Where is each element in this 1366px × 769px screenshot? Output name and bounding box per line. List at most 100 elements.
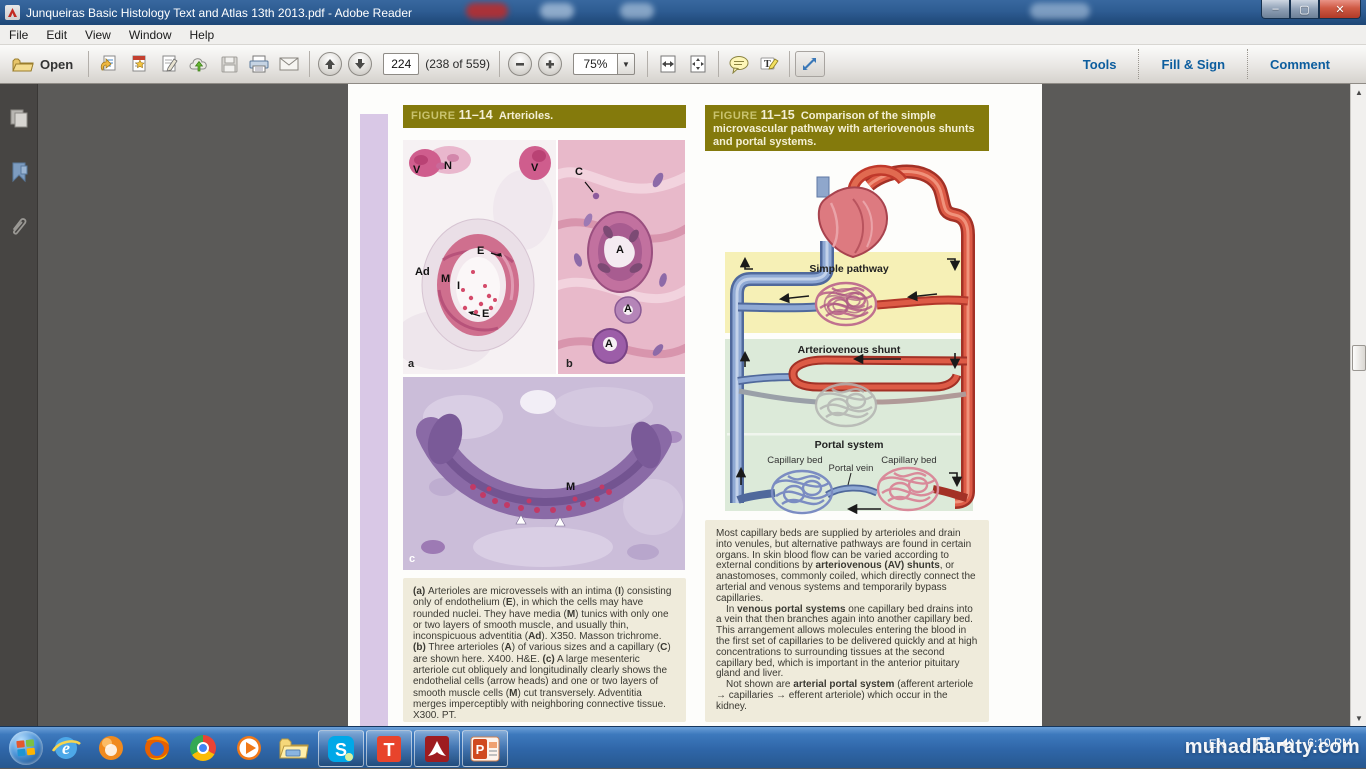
media-app-taskbar-icon[interactable]	[95, 732, 127, 764]
fill-sign-link[interactable]: Fill & Sign	[1139, 57, 1247, 72]
powerpoint-taskbar-button[interactable]: P	[462, 730, 508, 767]
menu-window[interactable]: Window	[120, 26, 181, 44]
figure-15-header: FIGURE 11–15 Comparison of the simple mi…	[705, 105, 989, 151]
document-area[interactable]: FIGURE 11–14 Arterioles.	[39, 84, 1366, 726]
highlight-text-button[interactable]: T	[754, 49, 784, 79]
t-app-taskbar-button[interactable]: T	[366, 730, 412, 767]
adobe-reader-taskbar-button[interactable]	[414, 730, 460, 767]
open-folder-icon	[12, 56, 34, 73]
fit-width-button[interactable]	[653, 49, 683, 79]
comment-link[interactable]: Comment	[1248, 57, 1352, 72]
zoom-out-button[interactable]	[505, 49, 535, 79]
page-thumbnails-button[interactable]	[0, 98, 38, 138]
label-nerve: N	[444, 160, 452, 172]
window-title: Junqueiras Basic Histology Text and Atla…	[26, 6, 412, 20]
toolbar-separator	[718, 51, 719, 77]
print-button[interactable]	[244, 49, 274, 79]
toolbar-separator	[499, 51, 500, 77]
powerpoint-icon: P	[469, 734, 501, 764]
microvascular-pathways-diagram: Simple pathway Arteriovenous shunt Porta…	[705, 155, 988, 517]
fullscreen-button[interactable]	[795, 51, 825, 77]
firefox-taskbar-icon[interactable]	[141, 732, 173, 764]
portal-system-label: Portal system	[815, 439, 884, 451]
capillary-bed-left-label: Capillary bed	[767, 455, 822, 466]
zoom-in-button[interactable]	[535, 49, 565, 79]
scroll-down-button[interactable]: ▼	[1351, 710, 1366, 726]
fit-width-icon	[658, 54, 678, 74]
attachments-button[interactable]	[0, 206, 38, 246]
page-count-info: (238 of 559)	[425, 57, 490, 71]
panel-letter-c: c	[409, 553, 415, 565]
scrollbar-thumb[interactable]	[1352, 345, 1366, 371]
panel-a-image	[403, 140, 556, 374]
start-button[interactable]	[9, 731, 43, 765]
internet-explorer-taskbar-icon[interactable]: e	[50, 732, 82, 764]
figure-14-micrographs-ab: V N V E Ad M I E a	[403, 140, 685, 374]
panel-c-image	[403, 377, 685, 570]
label-venule-2: V	[531, 162, 538, 174]
open-button[interactable]: Open	[0, 49, 83, 79]
zoom-caret-icon[interactable]: ▼	[617, 53, 635, 75]
share-document-icon	[99, 54, 119, 74]
titlebar-reflection	[620, 3, 654, 19]
export-pdf-button[interactable]	[124, 49, 154, 79]
menu-edit[interactable]: Edit	[37, 26, 76, 44]
taskbar: e	[0, 726, 1366, 768]
figure-14-header: FIGURE 11–14 Arterioles.	[403, 105, 686, 128]
menu-file[interactable]: File	[0, 26, 37, 44]
next-page-button[interactable]	[345, 49, 375, 79]
label-arteriole-3: A	[605, 338, 613, 350]
watermark: muhadharaty.com	[1185, 736, 1360, 759]
pdf-page: FIGURE 11–14 Arterioles.	[348, 84, 1042, 726]
upload-cloud-button[interactable]	[184, 49, 214, 79]
paperclip-icon	[8, 215, 30, 237]
skype-icon: S	[326, 734, 356, 764]
restore-button[interactable]: ▢	[1290, 0, 1319, 19]
windows-explorer-taskbar-icon[interactable]	[278, 732, 310, 764]
fit-page-button[interactable]	[683, 49, 713, 79]
tools-link[interactable]: Tools	[1061, 57, 1139, 72]
zoom-level-select[interactable]: 75% ▼	[573, 53, 635, 75]
figure-word: FIGURE	[713, 110, 758, 122]
sticky-note-button[interactable]	[724, 49, 754, 79]
micrograph-panel-c: M c	[403, 377, 685, 570]
menu-help[interactable]: Help	[181, 26, 224, 44]
bookmarks-icon	[9, 161, 29, 183]
page-number-input[interactable]: 224	[383, 53, 419, 75]
media-player-taskbar-icon[interactable]	[233, 732, 265, 764]
micrograph-panel-b: C A A A b	[558, 140, 685, 374]
print-icon	[248, 54, 270, 74]
label-media: M	[441, 273, 450, 285]
navigation-rail	[0, 84, 38, 726]
email-button[interactable]	[274, 49, 304, 79]
previous-page-button[interactable]	[315, 49, 345, 79]
bookmarks-button[interactable]	[0, 152, 38, 192]
close-button[interactable]: ✕	[1319, 0, 1361, 19]
label-arteriole-1: A	[616, 244, 624, 256]
simple-pathway-label: Simple pathway	[809, 263, 889, 275]
save-button[interactable]	[214, 49, 244, 79]
document-workspace: FIGURE 11–14 Arterioles.	[0, 84, 1366, 726]
figure-15-diagram: Simple pathway Arteriovenous shunt Porta…	[705, 155, 988, 517]
sign-document-button[interactable]	[154, 49, 184, 79]
title-bar: Junqueiras Basic Histology Text and Atla…	[0, 0, 1366, 25]
open-label: Open	[40, 57, 73, 72]
arrow-down-icon	[354, 58, 366, 70]
arrow-up-icon	[324, 58, 336, 70]
chapter-color-band	[360, 114, 388, 726]
vertical-scrollbar[interactable]: ▲ ▼	[1350, 84, 1366, 726]
chrome-taskbar-icon[interactable]	[187, 732, 219, 764]
capillary-bed-right-label: Capillary bed	[881, 455, 936, 466]
scroll-up-button[interactable]: ▲	[1351, 84, 1366, 100]
folder-icon	[278, 734, 310, 762]
minimize-button[interactable]: –	[1261, 0, 1290, 19]
paragraph: Not shown are arterial portal system (af…	[716, 680, 978, 712]
panel-letter-b: b	[566, 358, 573, 370]
share-document-button[interactable]	[94, 49, 124, 79]
toolbar-separator	[88, 51, 89, 77]
av-shunt-label: Arteriovenous shunt	[798, 344, 901, 356]
menu-view[interactable]: View	[76, 26, 120, 44]
skype-taskbar-button[interactable]: S	[318, 730, 364, 767]
figure-word: FIGURE	[411, 110, 456, 122]
label-endothelium-1: E	[477, 245, 484, 257]
